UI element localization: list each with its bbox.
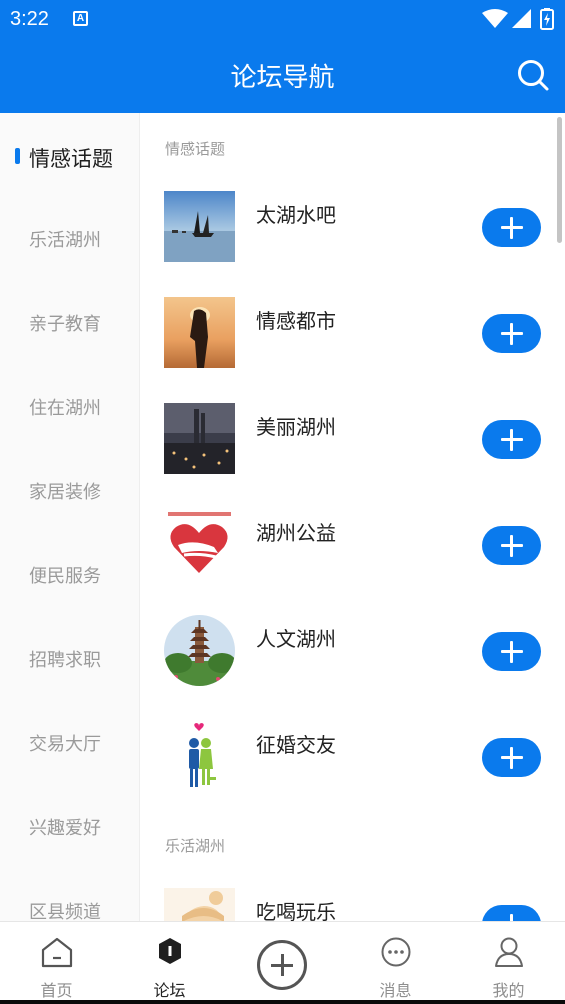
follow-button[interactable] xyxy=(482,208,541,247)
follow-button[interactable] xyxy=(482,632,541,671)
list-item[interactable]: 吃喝玩乐 xyxy=(141,888,565,921)
sidebar-item-label: 家居装修 xyxy=(29,482,101,503)
sidebar-item-parenting[interactable]: 亲子教育 xyxy=(0,281,139,365)
search-icon[interactable] xyxy=(516,58,550,92)
forum-navigation-screen: 3:22 A 论坛导航 情感话题 乐活湖州 亲子教育 住在湖州 家居装修 便民服… xyxy=(0,0,565,1004)
sidebar-item-label: 招聘求职 xyxy=(29,650,101,671)
follow-button[interactable] xyxy=(482,314,541,353)
list-item[interactable]: 征婚交友 xyxy=(141,721,565,827)
section-title: 情感话题 xyxy=(165,140,226,158)
forum-name: 人文湖州 xyxy=(256,627,336,651)
list-item[interactable]: 情感都市 xyxy=(141,297,565,403)
system-gesture-bar xyxy=(0,1000,565,1004)
tab-profile[interactable]: 我的 xyxy=(452,922,565,1004)
add-post-icon[interactable] xyxy=(257,940,307,990)
lake-sailboats-image xyxy=(164,191,235,262)
charity-heart-hands-image xyxy=(164,509,235,580)
sidebar-item-emotion[interactable]: 情感话题 xyxy=(0,113,139,197)
status-bar: 3:22 A xyxy=(0,0,565,40)
app-header: 3:22 A 论坛导航 xyxy=(0,0,565,113)
couple-cartoon-image xyxy=(164,721,235,792)
notification-a-icon: A xyxy=(73,11,88,26)
category-sidebar: 情感话题 乐活湖州 亲子教育 住在湖州 家居装修 便民服务 招聘求职 交易大厅 … xyxy=(0,113,140,921)
status-time: 3:22 xyxy=(10,8,49,30)
forum-name: 情感都市 xyxy=(256,309,336,333)
message-icon xyxy=(381,937,410,967)
sidebar-item-label: 住在湖州 xyxy=(29,398,101,419)
city-night-image xyxy=(164,403,235,474)
follow-button[interactable] xyxy=(482,526,541,565)
pagoda-image xyxy=(164,615,235,686)
tab-home[interactable]: 首页 xyxy=(0,922,113,1004)
follow-button[interactable] xyxy=(482,905,541,921)
follow-button[interactable] xyxy=(482,420,541,459)
sidebar-item-home-decor[interactable]: 家居装修 xyxy=(0,449,139,533)
wifi-icon xyxy=(482,9,508,28)
sidebar-item-hobbies[interactable]: 兴趣爱好 xyxy=(0,785,139,869)
forum-icon xyxy=(158,938,181,964)
sidebar-item-districts[interactable]: 区县频道 xyxy=(0,869,139,921)
tab-messages[interactable]: 消息 xyxy=(339,922,452,1004)
tab-label: 首页 xyxy=(40,981,73,1000)
forum-name: 美丽湖州 xyxy=(256,415,336,439)
bottom-navigation: 首页 论坛 消息 我的 xyxy=(0,921,565,1004)
forum-name: 太湖水吧 xyxy=(256,203,336,227)
tab-label: 论坛 xyxy=(153,981,186,1000)
tab-label: 我的 xyxy=(492,981,525,1000)
sidebar-item-label: 区县频道 xyxy=(29,902,101,921)
sidebar-item-jobs[interactable]: 招聘求职 xyxy=(0,617,139,701)
follow-button[interactable] xyxy=(482,738,541,777)
sidebar-item-label: 便民服务 xyxy=(29,566,101,587)
sidebar-item-label: 交易大厅 xyxy=(29,734,101,755)
forum-name: 吃喝玩乐 xyxy=(256,900,336,921)
forum-list[interactable]: 情感话题 太湖水吧 情感都市 美丽湖州 湖州公益 人文湖州 征婚交友 乐活湖州 … xyxy=(141,113,565,921)
profile-icon xyxy=(494,937,523,967)
couple-sunset-image xyxy=(164,297,235,368)
tab-forum[interactable]: 论坛 xyxy=(113,922,226,1004)
cartoon-girl-image xyxy=(164,888,235,921)
list-item[interactable]: 人文湖州 xyxy=(141,615,565,721)
battery-icon xyxy=(540,8,554,30)
page-title: 论坛导航 xyxy=(230,63,335,93)
sidebar-item-label: 情感话题 xyxy=(29,147,113,171)
home-icon xyxy=(41,937,72,968)
sidebar-item-services[interactable]: 便民服务 xyxy=(0,533,139,617)
list-item[interactable]: 美丽湖州 xyxy=(141,403,565,509)
sidebar-item-label: 兴趣爱好 xyxy=(29,818,101,839)
scrollbar[interactable] xyxy=(557,117,562,243)
sidebar-item-label: 乐活湖州 xyxy=(29,230,101,251)
forum-name: 征婚交友 xyxy=(256,733,336,757)
sidebar-item-label: 亲子教育 xyxy=(29,314,101,335)
active-indicator xyxy=(15,148,20,164)
tab-label: 消息 xyxy=(379,981,412,1000)
sidebar-item-lohas[interactable]: 乐活湖州 xyxy=(0,197,139,281)
list-item[interactable]: 太湖水吧 xyxy=(141,191,565,297)
list-item[interactable]: 湖州公益 xyxy=(141,509,565,615)
sidebar-item-trading[interactable]: 交易大厅 xyxy=(0,701,139,785)
section-title: 乐活湖州 xyxy=(165,837,226,855)
signal-icon xyxy=(512,9,531,28)
sidebar-item-living[interactable]: 住在湖州 xyxy=(0,365,139,449)
forum-name: 湖州公益 xyxy=(256,521,336,545)
